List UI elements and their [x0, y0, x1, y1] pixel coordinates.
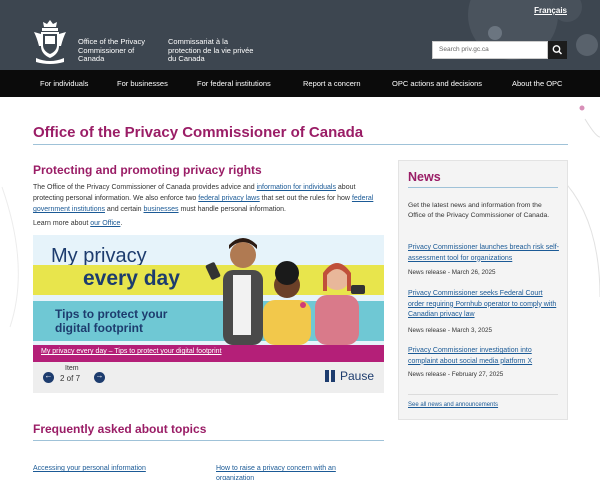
arrow-left-icon: ←: [44, 371, 53, 380]
intro-text: The Office of the Privacy Commissioner o…: [33, 184, 257, 191]
carousel-caption-bar: My privacy every day – Tips to protect y…: [33, 345, 384, 362]
news-description: Get the latest news and information from…: [408, 202, 550, 219]
news-item-link[interactable]: Privacy Commissioner launches breach ris…: [408, 243, 560, 264]
learn-more-text: Learn more about our Office.: [33, 220, 122, 227]
section-title: Protecting and promoting privacy rights: [33, 163, 262, 177]
news-item-meta: News release - February 27, 2025: [408, 371, 504, 378]
carousel-item-label: Item: [65, 365, 79, 372]
nav-item-federal-institutions[interactable]: For federal institutions: [197, 79, 271, 88]
search-icon: [552, 45, 563, 55]
carousel-caption-link[interactable]: My privacy every day – Tips to protect y…: [41, 348, 222, 355]
pause-icon[interactable]: [324, 370, 336, 382]
slide-title-line-2: every day: [83, 267, 180, 290]
people-illustration: [205, 238, 365, 345]
federal-privacy-laws-link[interactable]: federal privacy laws: [198, 195, 259, 202]
faq-link[interactable]: Accessing your personal information: [33, 464, 203, 474]
header-decoration: [488, 26, 502, 40]
news-item-meta: News release - March 26, 2025: [408, 269, 496, 276]
divider: [408, 394, 558, 395]
nav-item-businesses[interactable]: For businesses: [117, 79, 168, 88]
news-title: News: [408, 170, 441, 184]
nav-item-individuals[interactable]: For individuals: [40, 79, 88, 88]
search-button[interactable]: [548, 41, 567, 59]
faq-title: Frequently asked about topics: [33, 422, 207, 436]
intro-text: that set out the rules for how: [259, 195, 352, 202]
intro-text: must handle personal information.: [178, 206, 286, 213]
our-office-link[interactable]: our Office: [90, 220, 120, 227]
site-header: Français Office of the Privacy Commissio…: [0, 0, 600, 70]
intro-paragraph: The Office of the Privacy Commissioner o…: [33, 182, 383, 215]
canada-coat-of-arms-icon[interactable]: [32, 18, 68, 66]
divider: [408, 187, 558, 188]
language-toggle-link[interactable]: Français: [534, 6, 567, 15]
nav-item-about[interactable]: About the OPC: [512, 79, 562, 88]
carousel-controls: Item ← 2 of 7 → Pause: [33, 362, 384, 393]
brand-name-english[interactable]: Office of the Privacy Commissioner of Ca…: [78, 37, 160, 64]
information-for-individuals-link[interactable]: information for individuals: [257, 184, 336, 191]
learn-more-suffix: .: [120, 220, 123, 227]
news-item-meta: News release - March 3, 2025: [408, 327, 492, 334]
divider: [33, 440, 384, 441]
pause-button[interactable]: Pause: [340, 369, 374, 383]
news-item-link[interactable]: Privacy Commissioner seeks Federal Court…: [408, 289, 560, 321]
previous-slide-button[interactable]: ←: [43, 371, 54, 383]
nav-item-report-concern[interactable]: Report a concern: [303, 79, 361, 88]
news-item-link[interactable]: Privacy Commissioner investigation into …: [408, 346, 560, 367]
slide-subtitle: Tips to protect your digital footprint: [55, 307, 168, 335]
learn-more-prefix: Learn more about: [33, 220, 91, 227]
see-all-news-link[interactable]: See all news and announcements: [408, 402, 498, 408]
news-sidebar: News Get the latest news and information…: [398, 160, 568, 420]
search-input[interactable]: Search priv.gc.ca: [432, 41, 548, 59]
intro-text: and certain: [104, 206, 144, 213]
carousel: My privacy every day Tips to protect you…: [33, 235, 384, 393]
brand-name-french[interactable]: Commissariat à la protection de la vie p…: [168, 37, 258, 64]
arrow-right-icon: →: [95, 371, 104, 380]
divider: [33, 144, 568, 145]
nav-item-opc-actions[interactable]: OPC actions and decisions: [392, 79, 482, 88]
faq-link[interactable]: How to raise a privacy concern with an o…: [216, 464, 366, 480]
page-title: Office of the Privacy Commissioner of Ca…: [33, 124, 364, 141]
next-slide-button[interactable]: →: [94, 371, 105, 383]
main-navigation: For individuals For businesses For feder…: [0, 70, 600, 97]
carousel-item-count: 2 of 7: [60, 374, 81, 383]
header-decoration: [576, 34, 598, 56]
carousel-slide-image[interactable]: My privacy every day Tips to protect you…: [33, 235, 384, 345]
businesses-link[interactable]: businesses: [144, 206, 179, 213]
